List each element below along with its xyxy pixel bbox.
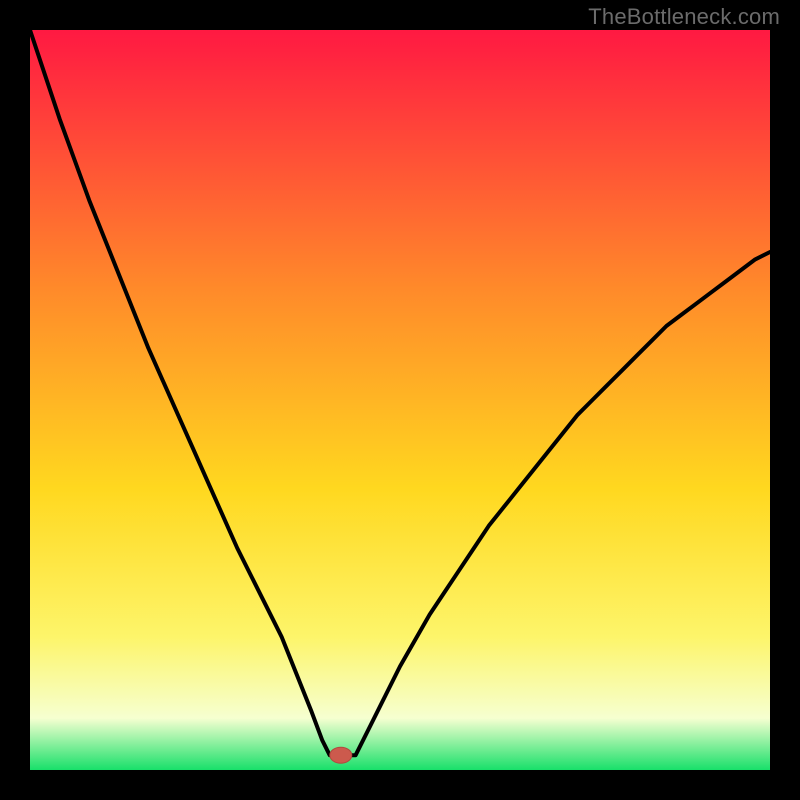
optimum-marker bbox=[330, 747, 352, 763]
chart-frame: TheBottleneck.com bbox=[0, 0, 800, 800]
watermark-label: TheBottleneck.com bbox=[588, 4, 780, 30]
plot-background bbox=[30, 30, 770, 770]
bottleneck-plot bbox=[0, 0, 800, 800]
